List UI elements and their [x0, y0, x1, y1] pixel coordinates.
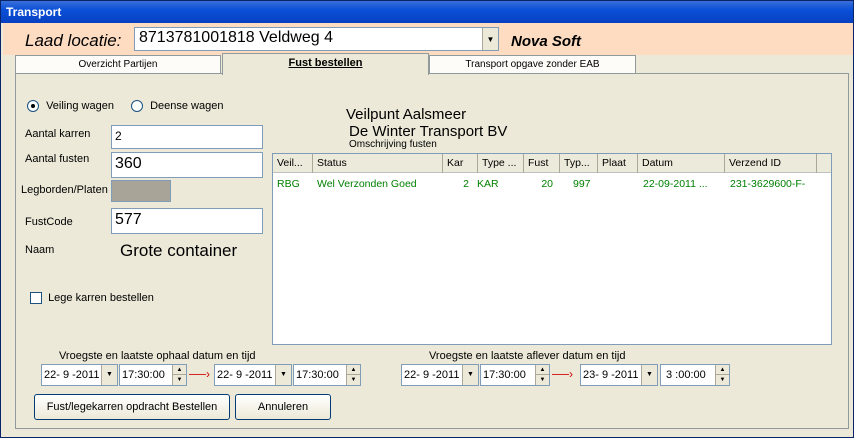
col-kar[interactable]: Kar	[443, 154, 478, 173]
radio-veiling-wagen[interactable]: Veiling wagen	[27, 100, 114, 113]
delivery-from-time[interactable]: 17:30:00 ▲ ▼	[480, 364, 550, 386]
col-veiling[interactable]: Veil...	[273, 154, 313, 173]
naam-label: Naam	[25, 244, 55, 256]
col-datum[interactable]: Datum	[638, 154, 725, 173]
chevron-down-icon[interactable]: ▼	[275, 365, 291, 385]
radio-unchecked-icon[interactable]	[131, 100, 143, 113]
date-value: 22- 9 -2011	[44, 369, 100, 381]
cell-status: Wel Verzonden Goed	[317, 178, 417, 190]
transporter-label: De Winter Transport BV	[349, 123, 508, 140]
pickup-from-date[interactable]: 22- 9 -2011 ▼	[41, 364, 118, 386]
radio-deense-wagen[interactable]: Deense wagen	[131, 100, 224, 113]
chevron-down-icon[interactable]: ▼	[462, 365, 478, 385]
spinner[interactable]: ▲ ▼	[172, 365, 186, 385]
col-plaat[interactable]: Plaat	[598, 154, 638, 173]
spin-down-icon[interactable]: ▼	[347, 375, 360, 385]
location-header: Laad locatie: 8713781001818 Veldweg 4 ▼ …	[3, 23, 853, 55]
tab-label: Overzicht Partijen	[78, 59, 158, 70]
delivery-label: Vroegste en laatste aflever datum en tij…	[429, 350, 626, 362]
omschrijving-label: Omschrijving fusten	[349, 139, 437, 150]
spin-up-icon[interactable]: ▲	[347, 365, 360, 375]
pickup-from-time[interactable]: 17:30:00 ▲ ▼	[119, 364, 187, 386]
veilpunt-label: Veilpunt Aalsmeer	[346, 106, 467, 123]
pickup-to-time[interactable]: 17:30:00 ▲ ▼	[293, 364, 361, 386]
tab-label: Transport opgave zonder EAB	[465, 59, 600, 70]
delivery-from-date[interactable]: 22- 9 -2011 ▼	[401, 364, 479, 386]
tab-transport-opgave[interactable]: Transport opgave zonder EAB	[429, 55, 636, 75]
spin-up-icon[interactable]: ▲	[716, 365, 729, 375]
delivery-to-date[interactable]: 23- 9 -2011 ▼	[580, 364, 658, 386]
col-status[interactable]: Status	[313, 154, 443, 173]
pickup-label: Vroegste en laatste ophaal datum en tijd	[59, 350, 256, 362]
radio-deense-label: Deense wagen	[150, 100, 224, 112]
spin-down-icon[interactable]: ▼	[173, 375, 186, 385]
transport-window: Transport Laad locatie: 8713781001818 Ve…	[0, 0, 854, 438]
checkbox-icon[interactable]	[30, 292, 42, 305]
cell-veiling: RBG	[277, 178, 300, 190]
arrow-right-icon: ──›	[552, 367, 573, 381]
cell-kar: 2	[463, 178, 469, 190]
arrow-right-icon: ──›	[189, 367, 210, 381]
cell-typ: 997	[573, 178, 591, 190]
chevron-down-icon[interactable]: ▼	[641, 365, 657, 385]
order-button[interactable]: Fust/legekarren opdracht Bestellen	[34, 394, 230, 420]
time-value: 17:30:00	[122, 369, 165, 381]
aantal-fusten-label: Aantal fusten	[25, 153, 90, 165]
cancel-button[interactable]: Annuleren	[235, 394, 331, 420]
legborden-input[interactable]	[111, 180, 171, 202]
pickup-to-date[interactable]: 22- 9 -2011 ▼	[214, 364, 292, 386]
aantal-karren-label: Aantal karren	[25, 128, 91, 140]
spin-up-icon[interactable]: ▲	[173, 365, 186, 375]
radio-veiling-label: Veiling wagen	[46, 100, 114, 112]
col-fust[interactable]: Fust	[524, 154, 560, 173]
spinner[interactable]: ▲ ▼	[535, 365, 549, 385]
naam-value: Grote container	[120, 241, 238, 260]
time-value: 3 :00:00	[666, 369, 706, 381]
col-type[interactable]: Type ...	[478, 154, 524, 173]
window-title: Transport	[1, 1, 853, 23]
chevron-down-icon[interactable]: ▼	[482, 28, 498, 50]
time-value: 17:30:00	[296, 369, 339, 381]
delivery-to-time[interactable]: 3 :00:00 ▲ ▼	[660, 364, 730, 386]
fustcode-label: FustCode	[25, 216, 73, 228]
tab-overzicht-partijen[interactable]: Overzicht Partijen	[15, 55, 221, 75]
time-value: 17:30:00	[483, 369, 526, 381]
cell-fust: 20	[541, 178, 553, 190]
table-header: Veil... Status Kar Type ... Fust Typ... …	[273, 154, 831, 173]
col-typ[interactable]: Typ...	[560, 154, 598, 173]
fustcode-input[interactable]: 577	[111, 208, 263, 234]
aantal-karren-input[interactable]: 2	[111, 125, 263, 149]
date-value: 23- 9 -2011	[583, 369, 639, 381]
spin-down-icon[interactable]: ▼	[716, 375, 729, 385]
radio-checked-icon[interactable]	[27, 100, 39, 113]
brand-label: Nova Soft	[511, 33, 582, 50]
spin-up-icon[interactable]: ▲	[536, 365, 549, 375]
cell-plaat	[599, 176, 639, 192]
spin-down-icon[interactable]: ▼	[536, 375, 549, 385]
lege-karren-checkbox[interactable]: Lege karren bestellen	[30, 292, 154, 305]
fust-table[interactable]: Veil... Status Kar Type ... Fust Typ... …	[272, 153, 832, 345]
date-value: 22- 9 -2011	[404, 369, 460, 381]
spinner[interactable]: ▲ ▼	[346, 365, 360, 385]
spinner[interactable]: ▲ ▼	[715, 365, 729, 385]
legborden-label: Legborden/Platen	[21, 184, 108, 196]
chevron-down-icon[interactable]: ▼	[101, 365, 117, 385]
cell-verzend-id: 231-3629600-F-	[730, 178, 806, 190]
cell-type: KAR	[477, 178, 499, 190]
date-value: 22- 9 -2011	[217, 369, 273, 381]
cell-datum: 22-09-2011 ...	[643, 178, 708, 190]
aantal-fusten-input[interactable]: 360	[111, 152, 263, 178]
col-verzend-id[interactable]: Verzend ID	[725, 154, 817, 173]
tab-label: Fust bestellen	[288, 57, 363, 69]
tab-fust-bestellen[interactable]: Fust bestellen	[222, 53, 429, 75]
lege-karren-label: Lege karren bestellen	[48, 292, 154, 304]
location-combo[interactable]: 8713781001818 Veldweg 4 ▼	[134, 27, 499, 51]
laad-locatie-label: Laad locatie:	[25, 31, 122, 50]
location-value: 8713781001818 Veldweg 4	[139, 29, 333, 46]
